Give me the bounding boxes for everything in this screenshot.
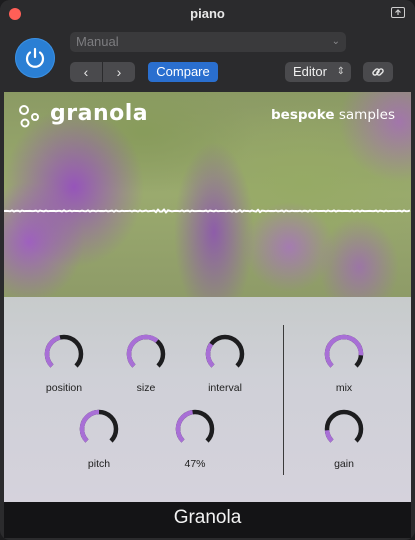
plugin-toolbar: Manual ⌄ ‹ › Compare Editor ⇕ — [0, 28, 415, 92]
knob-dial — [126, 334, 166, 368]
hero-image: granola bespoke samples — [4, 92, 411, 297]
previous-preset-button[interactable]: ‹ — [70, 62, 102, 82]
knob-dial — [205, 334, 245, 368]
chevron-down-icon: ⌄ — [331, 36, 340, 47]
power-icon — [25, 47, 45, 68]
gain-label: gain — [334, 458, 354, 470]
updown-chevron-icon: ⇕ — [336, 66, 345, 77]
title-bar: piano — [0, 0, 415, 28]
plugin-window: piano Manual ⌄ ‹ › Compare Editor ⇕ gran… — [0, 0, 415, 540]
percent-value: 47% — [184, 458, 206, 470]
window-title: piano — [190, 6, 225, 21]
power-button[interactable] — [15, 38, 55, 78]
pitch-knob[interactable] — [78, 408, 120, 450]
knob-dial — [175, 409, 215, 443]
granola-logo-icon — [19, 105, 39, 128]
link-icon — [372, 68, 384, 76]
plugin-footer: Granola — [4, 502, 411, 538]
plugin-name: Granola — [173, 507, 242, 528]
percent-knob[interactable] — [174, 408, 216, 450]
logo-text: granola — [50, 101, 149, 126]
next-preset-button[interactable]: › — [103, 62, 135, 82]
granola-plugin: granola bespoke samples position size in… — [4, 92, 411, 538]
brand-label: bespoke samples — [271, 107, 395, 123]
knob-dial — [324, 409, 364, 443]
preset-value: Manual — [76, 34, 119, 49]
link-button[interactable] — [363, 62, 393, 82]
brand-regular: samples — [334, 107, 395, 123]
size-knob[interactable] — [125, 333, 167, 375]
knob-dial — [44, 334, 84, 368]
brand-bold: bespoke — [271, 107, 335, 123]
expand-icon[interactable] — [391, 7, 405, 18]
gain-knob[interactable] — [323, 408, 365, 450]
view-select-value: Editor — [293, 64, 327, 79]
mix-knob[interactable] — [323, 333, 365, 375]
size-label: size — [136, 382, 156, 394]
knob-dial — [324, 334, 364, 368]
compare-button[interactable]: Compare — [148, 62, 218, 82]
mix-label: mix — [335, 382, 353, 394]
position-label: position — [45, 382, 83, 394]
waveform-display[interactable] — [4, 204, 411, 218]
interval-knob[interactable] — [204, 333, 246, 375]
section-divider — [283, 325, 284, 475]
interval-label: interval — [208, 382, 242, 394]
controls-panel: position size interval mix pitch 47% gai… — [4, 297, 411, 502]
pitch-label: pitch — [87, 458, 111, 470]
view-select[interactable]: Editor ⇕ — [285, 62, 351, 82]
position-knob[interactable] — [43, 333, 85, 375]
preset-select[interactable]: Manual ⌄ — [70, 32, 346, 52]
knob-dial — [79, 409, 119, 443]
